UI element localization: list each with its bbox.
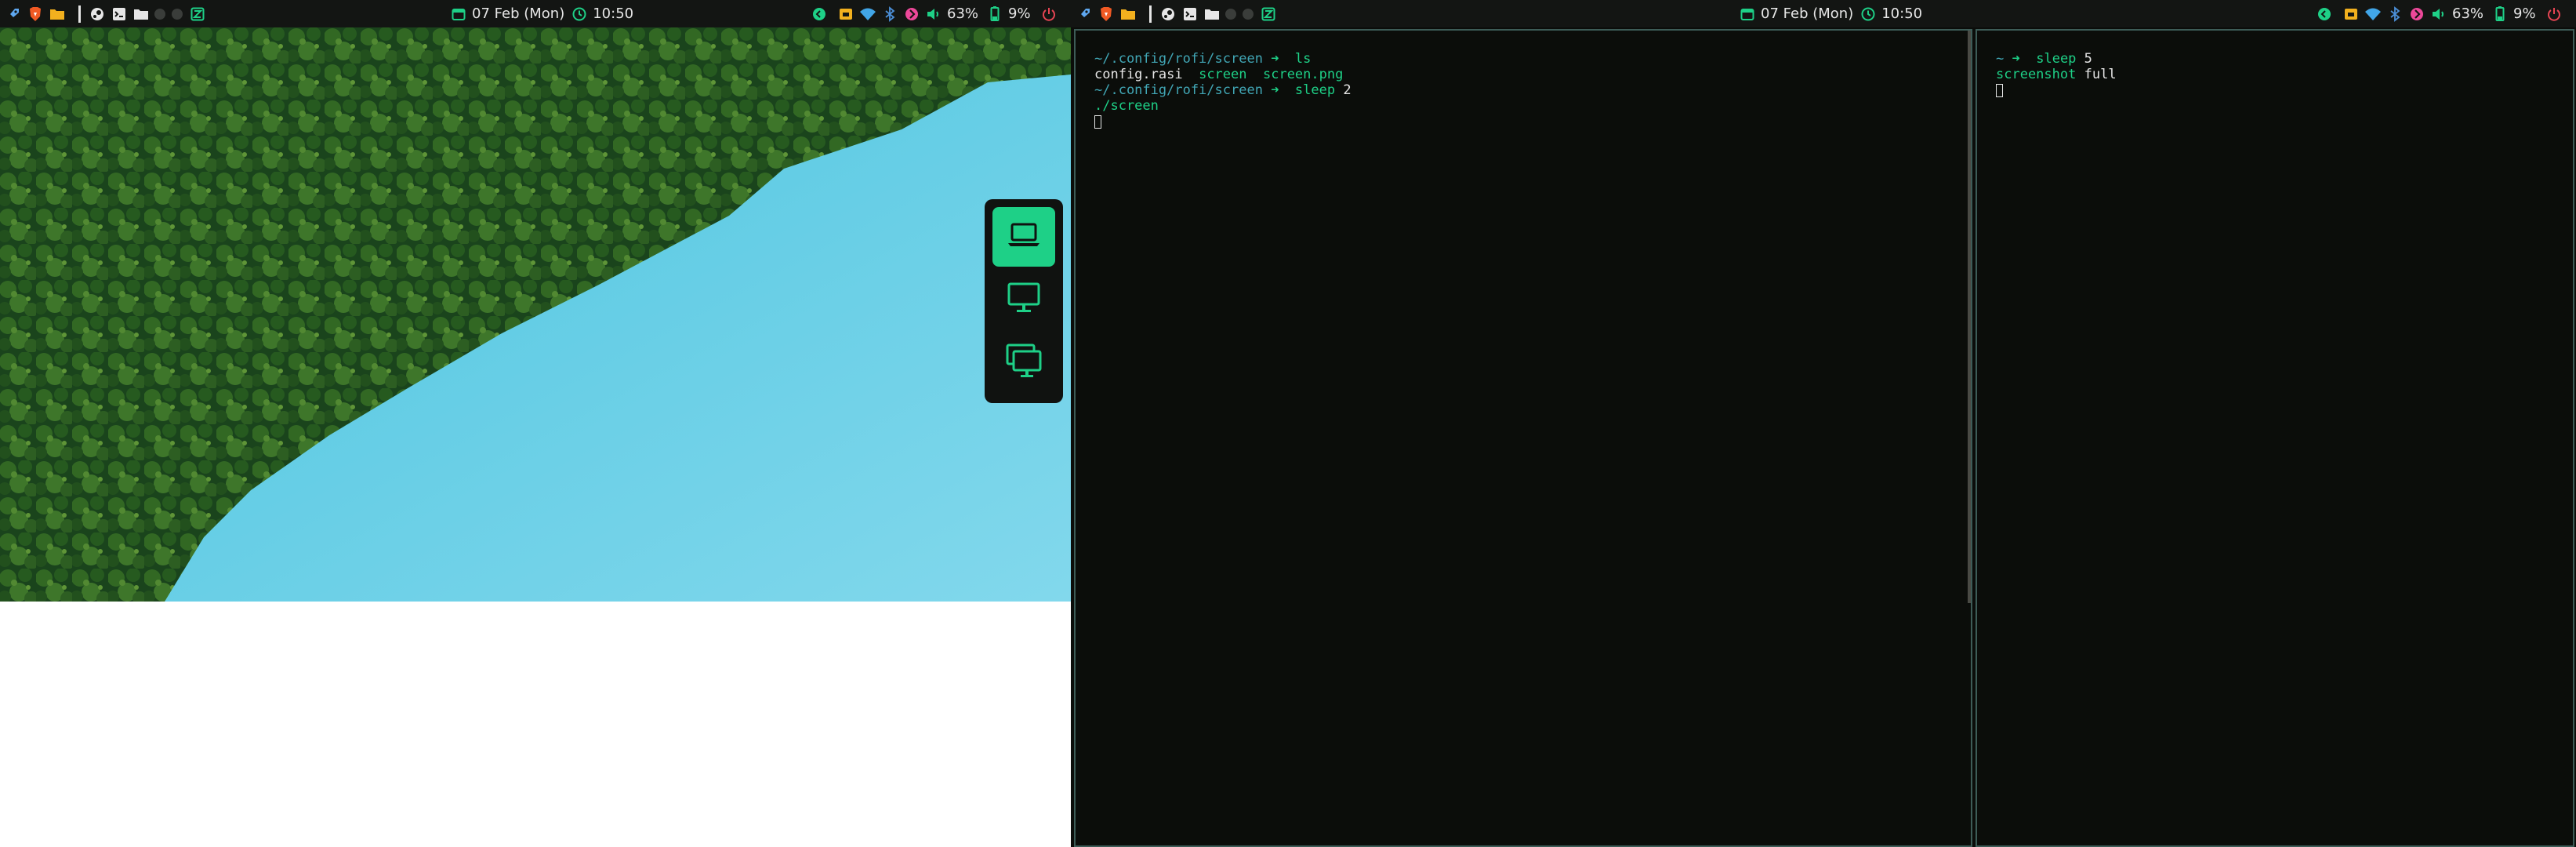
prompt-path: ~: [1996, 51, 2005, 67]
workspace-dot-icon[interactable]: [1243, 8, 1254, 20]
volume-icon[interactable]: [2430, 5, 2447, 23]
brave-browser-icon[interactable]: [1098, 5, 1115, 23]
pink-shield-icon[interactable]: [2408, 5, 2425, 23]
brave-browser-icon[interactable]: [27, 5, 44, 23]
power-icon[interactable]: [1040, 5, 1058, 23]
bar-status: 63% 9%: [811, 0, 1062, 27]
command-text: sleep: [1294, 82, 1336, 98]
clock-icon: [571, 5, 588, 23]
editor-icon[interactable]: [189, 5, 206, 23]
bar-separator: [78, 5, 81, 23]
bluetooth-icon[interactable]: [881, 5, 898, 23]
volume-text: 63%: [2452, 5, 2484, 22]
bar-clock: 07 Feb (Mon) 10:50: [1739, 0, 1922, 27]
pink-shield-icon[interactable]: [903, 5, 920, 23]
terminal-cursor: [1996, 83, 2003, 97]
dual-monitor-icon: [1004, 343, 1043, 382]
rocket-icon[interactable]: [1076, 5, 1093, 23]
green-circle-icon[interactable]: [2316, 5, 2333, 23]
prompt-arrow: ➜: [2012, 51, 2020, 67]
terminal-cursor: [1094, 115, 1101, 129]
green-circle-icon[interactable]: [811, 5, 828, 23]
bluetooth-icon[interactable]: [2386, 5, 2404, 23]
box-icon[interactable]: [837, 5, 854, 23]
prompt-arrow: ➜: [1271, 51, 1279, 67]
power-icon[interactable]: [2545, 5, 2563, 23]
command-text: sleep: [2036, 51, 2077, 67]
time-text: 10:50: [1881, 5, 1923, 22]
command-text: ls: [1294, 51, 1312, 67]
terminal-line: ./screen: [1094, 98, 1159, 114]
workspace-dot-icon[interactable]: [1225, 8, 1236, 20]
monitor-icon: [1006, 281, 1042, 318]
date-text: 07 Feb (Mon): [472, 5, 565, 22]
calendar-icon: [1739, 5, 1756, 23]
battery-icon[interactable]: [2491, 5, 2509, 23]
terminal-line: ~/.config/rofi/screen ➜ sleep 2: [1094, 82, 1351, 98]
time-text: 10:50: [593, 5, 634, 22]
bar-separator: [1149, 5, 1152, 23]
prompt-arrow: ➜: [1271, 82, 1279, 98]
terminal-icon[interactable]: [111, 5, 128, 23]
command-output: screenshot: [1996, 67, 2077, 82]
top-bar-left: 07 Feb (Mon) 10:50 63% 9%: [0, 0, 1071, 27]
editor-icon[interactable]: [1260, 5, 1277, 23]
terminal-line: ~ ➜ sleep 5: [1996, 51, 2092, 67]
steam-icon[interactable]: [89, 5, 106, 23]
terminal-line: [1996, 82, 2003, 98]
bar-launchers: [1076, 0, 1282, 27]
terminal-line: [1094, 114, 1101, 129]
clock-icon: [1859, 5, 1877, 23]
files-icon[interactable]: [132, 5, 150, 23]
rocket-icon[interactable]: [5, 5, 22, 23]
command-arg: 2: [1343, 82, 1351, 98]
command-arg: 5: [2084, 51, 2092, 67]
bar-launchers: [5, 0, 211, 27]
folder-icon[interactable]: [49, 5, 66, 23]
terminal-icon[interactable]: [1181, 5, 1199, 23]
battery-icon[interactable]: [986, 5, 1003, 23]
terminal-window-1[interactable]: ~/.config/rofi/screen ➜ ls config.rasi s…: [1074, 29, 1972, 847]
bar-clock: 07 Feb (Mon) 10:50: [450, 0, 633, 27]
prompt-path: ~/.config/rofi/screen: [1094, 51, 1263, 67]
left-monitor: 07 Feb (Mon) 10:50 63% 9%: [0, 0, 1071, 847]
rofi-item-monitor[interactable]: [992, 270, 1055, 329]
workspace-dot-icon[interactable]: [172, 8, 183, 20]
files-icon[interactable]: [1203, 5, 1221, 23]
rofi-screenshot-menu: [985, 199, 1063, 403]
terminal-window-2[interactable]: ~ ➜ sleep 5 screenshot full: [1976, 29, 2574, 847]
terminal-line: screenshot full: [1996, 67, 2117, 82]
workspace-dot-icon[interactable]: [154, 8, 165, 20]
date-text: 07 Feb (Mon): [1761, 5, 1854, 22]
volume-text: 63%: [947, 5, 979, 22]
laptop-screen-icon: [1006, 221, 1042, 253]
folder-icon[interactable]: [1119, 5, 1137, 23]
volume-icon[interactable]: [925, 5, 942, 23]
ls-output-file: config.rasi: [1094, 67, 1183, 82]
calendar-icon: [450, 5, 467, 23]
terminal-scrollbar[interactable]: [1968, 31, 1971, 603]
wifi-icon[interactable]: [2364, 5, 2382, 23]
ls-output-image: screen.png: [1262, 67, 1344, 82]
battery-text: 9%: [2513, 5, 2536, 22]
bar-status: 63% 9%: [2316, 0, 2567, 27]
ls-output-executable: screen: [1199, 67, 1247, 82]
steam-icon[interactable]: [1159, 5, 1177, 23]
terminal-line: ~/.config/rofi/screen ➜ ls: [1094, 51, 1311, 67]
wallpaper-image: [0, 27, 1071, 602]
prompt-path: ~/.config/rofi/screen: [1094, 82, 1263, 98]
command-output: full: [2084, 67, 2117, 82]
wifi-icon[interactable]: [859, 5, 876, 23]
top-bar-right: 07 Feb (Mon) 10:50 63% 9%: [1071, 0, 2576, 27]
battery-text: 9%: [1008, 5, 1031, 22]
rofi-item-laptop[interactable]: [992, 207, 1055, 267]
command-output: ./screen: [1094, 98, 1159, 114]
terminal-line: config.rasi screen screen.png: [1094, 67, 1343, 82]
rofi-item-dual-monitor[interactable]: [992, 333, 1055, 392]
box-icon[interactable]: [2342, 5, 2360, 23]
